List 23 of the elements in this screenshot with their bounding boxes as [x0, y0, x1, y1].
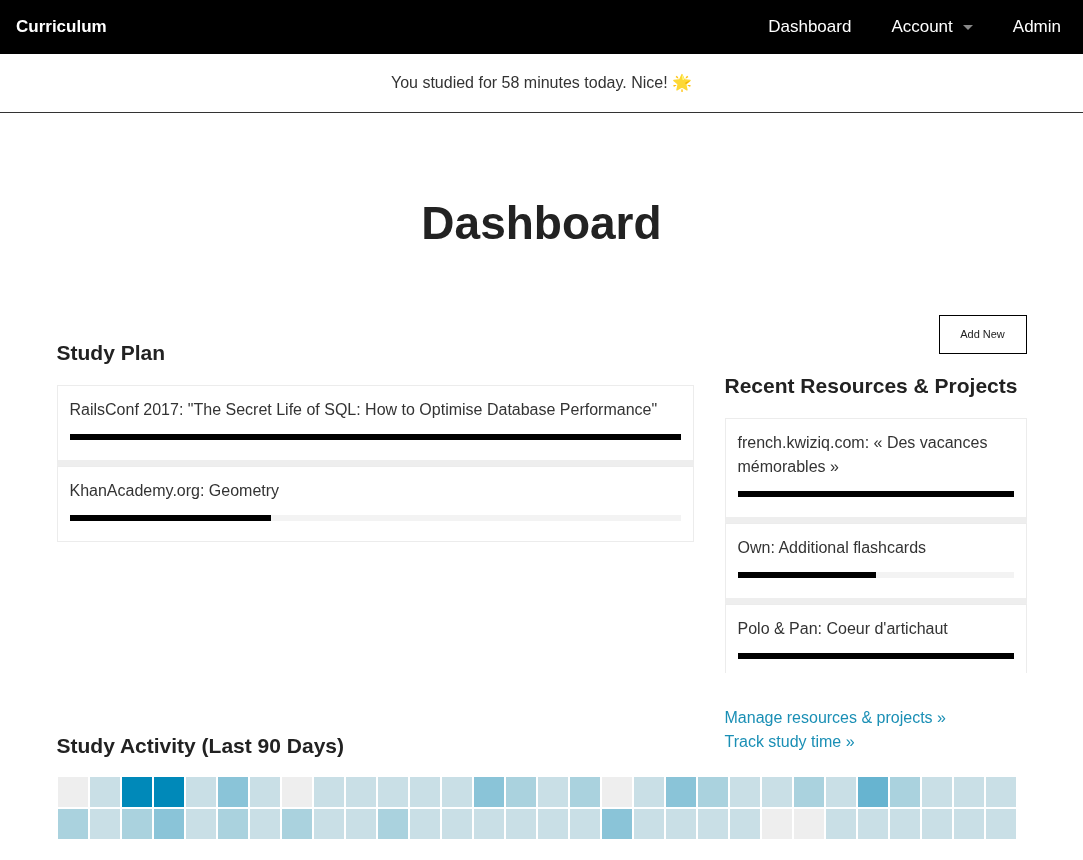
resource-title: french.kwiziq.com: « Des vacances mémorables »	[737, 432, 989, 477]
resource-title: KhanAcademy.org: Geometry	[69, 480, 281, 501]
notice-text: You studied for 58 minutes today. Nice! 🌟	[390, 73, 693, 94]
resource-card[interactable]: RailsConf 2017: "The Secret Life of SQL: How to Optimise Database Performance"	[56, 384, 694, 466]
resource-card[interactable]: Own: Additional flashcards	[724, 522, 1027, 604]
resource-title: Own: Additional flashcards	[737, 537, 928, 558]
section-heading: Recent Resources & Projects	[724, 373, 1019, 399]
nav-link[interactable]: Admin	[1012, 14, 1061, 40]
section-heading: Study Plan	[56, 340, 167, 366]
caret-icon	[962, 24, 973, 30]
nav-link[interactable]: Account	[891, 14, 973, 40]
nav-link[interactable]: Dashboard	[768, 14, 852, 40]
brand-link[interactable]: Curriculum	[16, 14, 107, 40]
resource-title: Polo & Pan: Coeur d'artichaut	[737, 618, 949, 639]
resource-title: RailsConf 2017: "The Secret Life of SQL: How to Optimise Database Performance"	[69, 399, 659, 420]
text-link[interactable]: Manage resources & projects »	[724, 705, 1027, 730]
resource-card[interactable]: french.kwiziq.com: « Des vacances mémorables »	[724, 417, 1027, 523]
add-new-button[interactable]: Add New	[938, 315, 1027, 354]
resource-card[interactable]: KhanAcademy.org: Geometry	[56, 465, 694, 542]
section-heading: Study Activity (Last 90 Days)	[56, 732, 344, 759]
page-title: Dashboard	[420, 196, 663, 251]
resource-card[interactable]: Polo & Pan: Coeur d'artichaut	[724, 603, 1027, 673]
text-link[interactable]: Track study time »	[724, 729, 1027, 754]
